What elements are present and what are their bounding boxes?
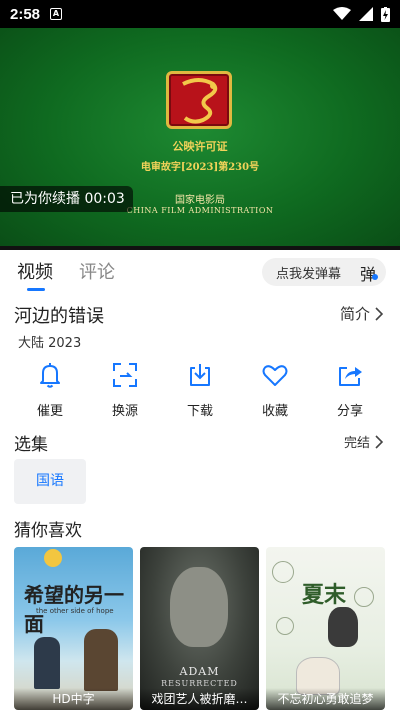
danmu-toggle-button[interactable]: 弹 (360, 261, 376, 285)
danmu-placeholder: 点我发弹幕 (276, 266, 342, 282)
switch-source-label: 换源 (111, 404, 138, 419)
action-bar: 催更 换源 下载 收藏 分享 (0, 360, 400, 420)
favorite-button[interactable]: 收藏 (245, 360, 305, 420)
danmu-input[interactable]: 点我发弹幕 弹 (262, 258, 386, 286)
film-dragon-logo (166, 71, 232, 129)
license-number: 电审故字[2023]第230号 (140, 162, 260, 173)
recommend-card[interactable]: 希望的另一面 the other side of hope HD中字 (14, 547, 133, 710)
card-caption: HD中字 (14, 688, 133, 710)
episodes-heading: 选集 (14, 435, 48, 455)
favorite-label: 收藏 (261, 404, 288, 419)
cell-signal-icon (359, 7, 373, 21)
intro-link[interactable]: 简介 (340, 303, 384, 324)
poster-decoration (354, 587, 374, 607)
license-title: 公映许可证 (172, 140, 228, 153)
poster-title-line2: RESURRECTED (161, 679, 238, 688)
poster-decoration (276, 617, 294, 635)
video-player[interactable]: 公映许可证 电审故字[2023]第230号 国家电影局 CHINA FILM A… (0, 28, 400, 250)
battery-charging-icon (381, 6, 390, 22)
poster-title: 夏末 (302, 583, 347, 608)
notification-app-icon: A (50, 8, 63, 20)
poster-figure (34, 637, 60, 689)
movie-meta: 大陆 2023 (18, 336, 82, 351)
remind-update-button[interactable]: 催更 (20, 360, 80, 420)
bell-icon (40, 363, 60, 388)
share-button[interactable]: 分享 (320, 360, 380, 420)
resume-playback-toast: 已为你续播 00:03 (0, 186, 133, 212)
recommend-card[interactable]: 夏末 不忘初心勇敢追梦 (266, 547, 385, 710)
switch-source-icon (113, 363, 137, 387)
switch-source-button[interactable]: 换源 (95, 360, 155, 420)
poster-decoration (272, 561, 294, 583)
download-icon (190, 364, 210, 386)
episode-item-mandarin[interactable]: 国语 (14, 459, 86, 504)
wifi-icon (333, 7, 351, 20)
detail-tabs: 视频 评论 点我发弹幕 弹 (0, 250, 400, 292)
recommend-list: 希望的另一面 the other side of hope HD中字 ADAM … (14, 547, 386, 710)
poster-figure (328, 607, 358, 647)
sun-graphic (44, 549, 62, 567)
poster-subtitle: the other side of hope (36, 607, 114, 615)
status-time: 2:58 (10, 5, 41, 23)
poster-figure (84, 629, 118, 691)
movie-title: 河边的错误 (14, 306, 104, 327)
danmu-status-dot (372, 274, 378, 280)
poster-face (170, 567, 228, 647)
dragon-icon (182, 78, 218, 124)
tab-comments[interactable]: 评论 (79, 258, 115, 284)
share-label: 分享 (336, 404, 363, 419)
episodes-status-link[interactable]: 完结 (344, 432, 384, 451)
recommend-heading: 猜你喜欢 (14, 521, 82, 541)
heart-icon (262, 365, 288, 386)
card-caption: 戏团艺人被折磨… (140, 688, 259, 710)
share-icon (339, 367, 362, 386)
card-caption: 不忘初心勇敢追梦 (266, 688, 385, 710)
recommend-card[interactable]: ADAM RESURRECTED 戏团艺人被折磨… (140, 547, 259, 710)
intro-label: 简介 (339, 305, 370, 323)
tab-video[interactable]: 视频 (17, 258, 53, 291)
download-label: 下载 (186, 404, 213, 419)
chevron-right-icon (375, 306, 384, 321)
episodes-status: 完结 (343, 436, 370, 451)
poster-title: ADAM (179, 665, 220, 678)
remind-update-label: 催更 (36, 404, 63, 419)
download-button[interactable]: 下载 (170, 360, 230, 420)
chevron-right-icon (375, 434, 384, 449)
status-bar: 2:58 A (0, 0, 400, 28)
